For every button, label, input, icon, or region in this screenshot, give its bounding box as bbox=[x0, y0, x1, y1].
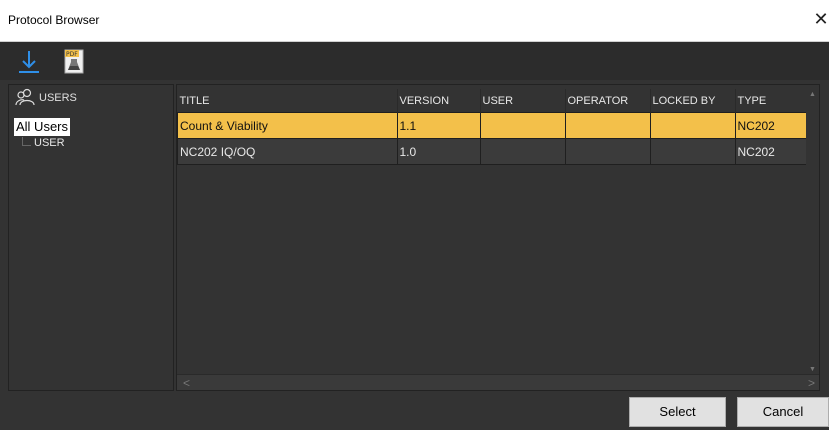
cell-title[interactable]: Count & Viability bbox=[177, 112, 398, 139]
cell-version[interactable]: 1.1 bbox=[396, 112, 481, 139]
tree-connector bbox=[22, 137, 31, 146]
dialog-footer: Select Cancel bbox=[0, 392, 829, 430]
users-header: USERS bbox=[15, 88, 77, 108]
cell-user[interactable] bbox=[479, 138, 566, 165]
column-header-title[interactable]: TITLE bbox=[177, 89, 398, 113]
cell-operator[interactable] bbox=[564, 112, 651, 139]
users-tree-panel: USERS All Users USER bbox=[8, 84, 174, 391]
tree-item-user[interactable]: USER bbox=[34, 137, 65, 149]
download-icon[interactable] bbox=[16, 47, 42, 75]
scroll-up-icon[interactable]: ▲ bbox=[806, 91, 819, 98]
select-button[interactable]: Select bbox=[629, 397, 726, 427]
scroll-left-icon[interactable]: < bbox=[183, 376, 190, 390]
table-header-row: TITLE VERSION USER OPERATOR LOCKED BY TY… bbox=[177, 89, 819, 113]
horizontal-scrollbar[interactable]: < > bbox=[177, 374, 819, 390]
scroll-right-icon[interactable]: > bbox=[808, 376, 815, 390]
protocol-table: TITLE VERSION USER OPERATOR LOCKED BY TY… bbox=[177, 89, 819, 165]
users-icon bbox=[15, 88, 35, 109]
title-bar: Protocol Browser ✕ bbox=[0, 0, 829, 42]
vertical-scrollbar[interactable]: ▲ ▼ bbox=[806, 85, 819, 375]
cell-title[interactable]: NC202 IQ/OQ bbox=[177, 138, 398, 165]
pdf-badge-text: PDF bbox=[66, 51, 78, 58]
toolbar: PDF bbox=[0, 42, 829, 80]
column-header-user[interactable]: USER bbox=[480, 89, 566, 113]
column-header-operator[interactable]: OPERATOR bbox=[565, 89, 651, 113]
users-header-label: USERS bbox=[39, 92, 77, 104]
cell-version[interactable]: 1.0 bbox=[396, 138, 481, 165]
table-row[interactable]: Count & Viability 1.1 NC202 bbox=[177, 112, 819, 139]
window-title: Protocol Browser bbox=[8, 13, 100, 27]
cell-locked-by[interactable] bbox=[649, 138, 736, 165]
tree-item-all-users[interactable]: All Users bbox=[14, 118, 71, 136]
table-row[interactable]: NC202 IQ/OQ 1.0 NC202 bbox=[177, 138, 819, 165]
pdf-report-icon[interactable]: PDF bbox=[61, 47, 87, 75]
scroll-down-icon[interactable]: ▼ bbox=[806, 366, 819, 373]
cell-user[interactable] bbox=[479, 112, 566, 139]
close-icon[interactable]: ✕ bbox=[813, 6, 829, 32]
column-header-locked-by[interactable]: LOCKED BY bbox=[650, 89, 736, 113]
cell-operator[interactable] bbox=[564, 138, 651, 165]
cancel-button[interactable]: Cancel bbox=[737, 397, 829, 427]
column-header-version[interactable]: VERSION bbox=[397, 89, 481, 113]
protocol-browser-window: Protocol Browser ✕ PDF USERS All Users U… bbox=[0, 0, 829, 430]
protocol-grid: TITLE VERSION USER OPERATOR LOCKED BY TY… bbox=[176, 84, 820, 391]
cell-locked-by[interactable] bbox=[649, 112, 736, 139]
